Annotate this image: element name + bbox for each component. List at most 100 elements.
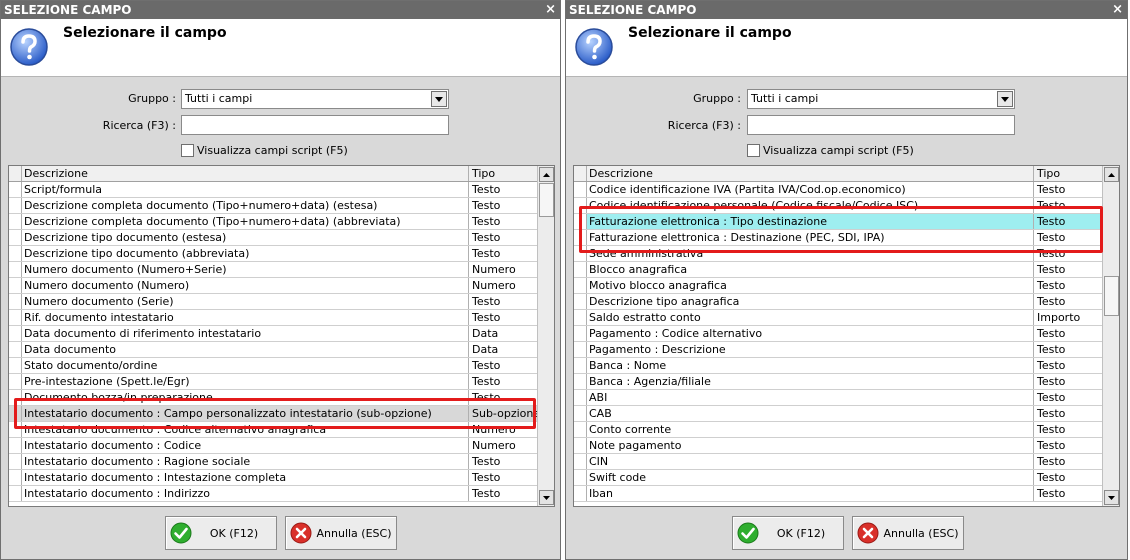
row-type: Testo [1033,438,1102,453]
table-row[interactable]: Pagamento : Descrizione Testo [574,342,1102,358]
table-row[interactable]: Rif. documento intestatario Testo [9,310,537,326]
table-row[interactable]: Swift code Testo [574,470,1102,486]
row-indicator [9,230,22,245]
table-row[interactable]: Intestatario documento : Codice Numero [9,438,537,454]
chevron-down-icon[interactable] [431,91,447,107]
row-type: Testo [1033,294,1102,309]
row-type: Testo [468,182,537,197]
table-row[interactable]: Note pagamento Testo [574,438,1102,454]
checkbox-box[interactable] [747,144,760,157]
highlight-box [14,398,536,429]
row-type: Testo [1033,390,1102,405]
row-description: Blocco anagrafica [589,263,688,276]
table-row[interactable]: Descrizione completa documento (Tipo+num… [9,198,537,214]
table-row[interactable]: Conto corrente Testo [574,422,1102,438]
table-row[interactable]: Stato documento/ordine Testo [9,358,537,374]
table-row[interactable]: Banca : Agenzia/filiale Testo [574,374,1102,390]
scroll-down-icon[interactable] [539,490,554,505]
table-row[interactable]: CIN Testo [574,454,1102,470]
row-type: Testo [1033,342,1102,357]
row-description: Stato documento/ordine [24,359,158,372]
row-description: Intestatario documento : Indirizzo [24,487,210,500]
table-row[interactable]: CAB Testo [574,406,1102,422]
close-icon[interactable]: × [1112,1,1123,19]
column-header-type[interactable]: Tipo [1033,166,1102,181]
scroll-down-icon[interactable] [1104,490,1119,505]
row-indicator [9,358,22,373]
row-description: Descrizione tipo anagrafica [589,295,740,308]
search-input[interactable] [747,115,1015,135]
script-fields-checkbox[interactable]: Visualizza campi script (F5) [747,144,914,157]
table-row[interactable]: Pagamento : Codice alternativo Testo [574,326,1102,342]
scroll-thumb[interactable] [1104,276,1119,316]
ok-button[interactable]: OK (F12) [732,516,844,550]
table-row[interactable]: Saldo estratto conto Importo [574,310,1102,326]
highlight-box [579,206,1103,253]
table-row[interactable]: Intestatario documento : Intestazione co… [9,470,537,486]
table-row[interactable]: Descrizione tipo documento (abbreviata) T… [9,246,537,262]
table-row[interactable]: Data documento Data [9,342,537,358]
column-header-type[interactable]: Tipo [468,166,537,181]
table-row[interactable]: Descrizione tipo anagrafica Testo [574,294,1102,310]
table-row[interactable]: Data documento di riferimento intestatar… [9,326,537,342]
table-row[interactable]: Pre-intestazione (Spett.le/Egr) Testo [9,374,537,390]
question-icon [10,28,48,66]
table-row[interactable]: ABI Testo [574,390,1102,406]
group-select[interactable]: Tutti i campi [181,89,449,109]
table-row[interactable]: Blocco anagrafica Testo [574,262,1102,278]
checkbox-box[interactable] [181,144,194,157]
row-type: Testo [1033,374,1102,389]
row-type: Testo [1033,182,1102,197]
table-row[interactable]: Descrizione completa documento (Tipo+num… [9,214,537,230]
column-header-description[interactable]: Descrizione [587,166,1033,181]
vertical-scrollbar[interactable] [1102,166,1119,506]
row-indicator [574,406,587,421]
table-row[interactable]: Intestatario documento : Indirizzo Testo [9,486,537,502]
row-indicator [9,486,22,501]
cancel-button[interactable]: Annulla (ESC) [852,516,964,550]
field-grid[interactable]: Descrizione Tipo Script/formula Testo Desc… [8,165,555,507]
row-indicator [9,262,22,277]
table-row[interactable]: Codice identificazione IVA (Partita IVA/… [574,182,1102,198]
row-description: Swift code [589,471,647,484]
group-select-value: Tutti i campi [751,92,819,105]
row-indicator [9,198,22,213]
ok-button[interactable]: OK (F12) [165,516,277,550]
row-type: Testo [1033,278,1102,293]
row-description: Codice identificazione IVA (Partita IVA/… [589,183,906,196]
table-row[interactable]: Numero documento (Numero+Serie) Numero [9,262,537,278]
row-type: Data [468,342,537,357]
chevron-down-icon[interactable] [997,91,1013,107]
close-icon[interactable]: × [545,1,556,19]
script-fields-checkbox[interactable]: Visualizza campi script (F5) [181,144,348,157]
vertical-scrollbar[interactable] [537,166,554,506]
column-header-description[interactable]: Descrizione [22,166,468,181]
table-row[interactable]: Script/formula Testo [9,182,537,198]
table-row[interactable]: Numero documento (Numero) Numero [9,278,537,294]
row-indicator [574,342,587,357]
window-title: SELEZIONE CAMPO [4,3,132,17]
row-indicator [9,438,22,453]
row-description: Descrizione tipo documento (abbreviata) [24,247,250,260]
row-indicator [9,214,22,229]
group-select[interactable]: Tutti i campi [747,89,1015,109]
ok-button-label: OK (F12) [776,526,826,540]
table-row[interactable]: Motivo blocco anagrafica Testo [574,278,1102,294]
table-row[interactable]: Iban Testo [574,486,1102,502]
script-fields-label: Visualizza campi script (F5) [763,144,914,157]
row-indicator [9,342,22,357]
row-type: Testo [468,374,537,389]
scroll-thumb[interactable] [539,183,554,217]
table-row[interactable]: Intestatario documento : Ragione sociale… [9,454,537,470]
row-description: Note pagamento [589,439,682,452]
table-row[interactable]: Banca : Nome Testo [574,358,1102,374]
table-row[interactable]: Descrizione tipo documento (estesa) Testo [9,230,537,246]
scroll-up-icon[interactable] [1104,167,1119,182]
cancel-button[interactable]: Annulla (ESC) [285,516,397,550]
table-row[interactable]: Numero documento (Serie) Testo [9,294,537,310]
search-input[interactable] [181,115,449,135]
row-type: Numero [468,278,537,293]
row-type: Testo [468,310,537,325]
scroll-up-icon[interactable] [539,167,554,182]
row-description: Numero documento (Serie) [24,295,174,308]
